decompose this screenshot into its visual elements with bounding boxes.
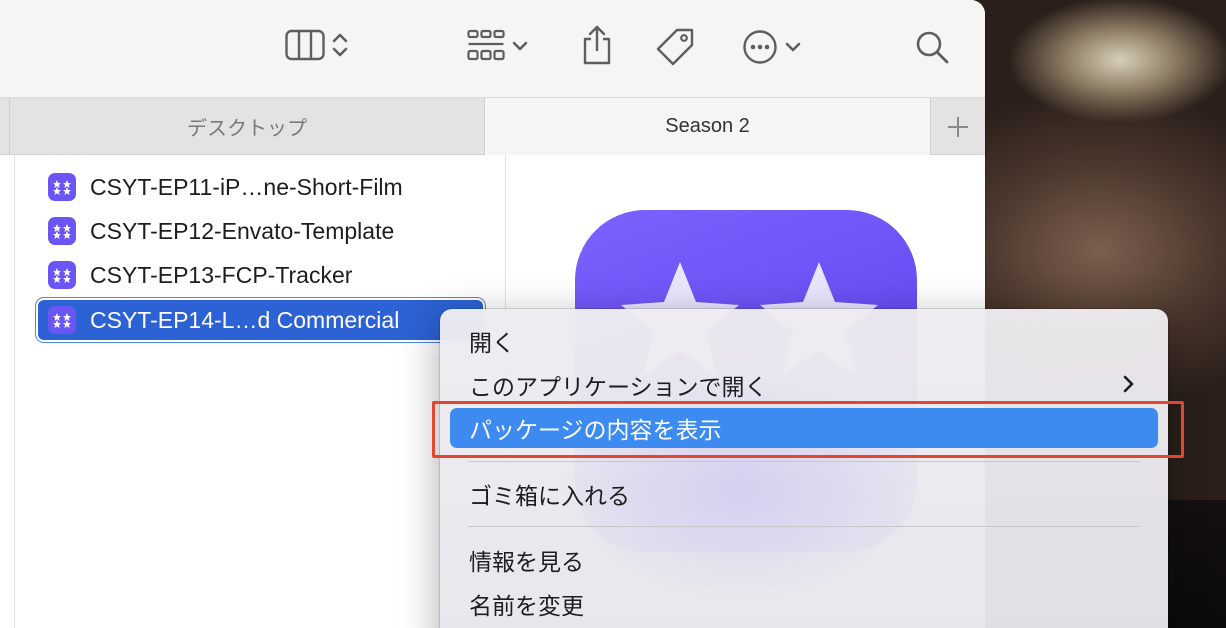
menu-item-label: ゴミ箱に入れる	[469, 483, 630, 509]
file-row[interactable]: CSYT-EP11-iP…ne-Short-Film	[38, 167, 483, 207]
annotation-highlight-box	[432, 401, 1184, 458]
context-menu: 開く このアプリケーションで開く パッケージの内容を表示 ゴミ箱に入れる 情報を…	[440, 309, 1168, 628]
column-view-icon	[285, 29, 325, 61]
menu-item-rename[interactable]: 名前を変更	[450, 584, 1158, 624]
file-row-selected[interactable]: CSYT-EP14-L…d Commercial	[38, 300, 483, 340]
menu-item-get-info[interactable]: 情報を見る	[450, 540, 1158, 580]
file-name: CSYT-EP12-Envato-Template	[90, 217, 395, 244]
tab-label: デスクトップ	[187, 118, 307, 140]
file-row[interactable]: CSYT-EP13-FCP-Tracker	[38, 255, 483, 295]
grid-icon	[467, 29, 505, 61]
group-button[interactable]	[467, 29, 529, 63]
menu-item-move-to-trash[interactable]: ゴミ箱に入れる	[450, 474, 1158, 514]
file-name: CSYT-EP14-L…d Commercial	[90, 306, 400, 333]
motion-template-icon	[48, 217, 76, 245]
chevron-down-icon	[785, 42, 801, 52]
chevron-down-icon	[512, 41, 528, 51]
toolbar	[0, 0, 985, 98]
menu-item-label: 開く	[469, 330, 515, 356]
share-button[interactable]	[580, 24, 614, 66]
menu-separator	[468, 461, 1140, 462]
search-icon	[916, 31, 949, 64]
share-icon	[583, 25, 611, 65]
search-button[interactable]	[914, 29, 950, 65]
tab-label: Season 2	[665, 115, 750, 137]
column-divider	[14, 155, 15, 628]
file-name: CSYT-EP11-iP…ne-Short-Film	[90, 173, 403, 200]
menu-item-label: このアプリケーションで開く	[469, 374, 768, 400]
chevron-right-icon	[1123, 375, 1134, 393]
tab-desktop[interactable]: デスクトップ	[9, 98, 484, 155]
new-tab-button[interactable]	[930, 98, 985, 155]
menu-item-open-with[interactable]: このアプリケーションで開く	[450, 365, 1158, 405]
menu-item-label: 名前を変更	[469, 593, 584, 619]
motion-template-icon	[48, 306, 76, 334]
file-row[interactable]: CSYT-EP12-Envato-Template	[38, 211, 483, 251]
tag-icon	[656, 28, 694, 66]
menu-item-open[interactable]: 開く	[450, 321, 1158, 361]
menu-item-label: 情報を見る	[469, 549, 584, 575]
menu-separator	[468, 526, 1140, 527]
tab-season-2[interactable]: Season 2	[484, 98, 930, 155]
plus-icon	[948, 116, 968, 137]
more-actions-button[interactable]	[742, 29, 802, 65]
file-name: CSYT-EP13-FCP-Tracker	[90, 261, 353, 288]
tab-bar: デスクトップ Season 2	[0, 98, 985, 155]
view-options-button[interactable]	[285, 29, 349, 61]
ellipsis-circle-icon	[743, 30, 777, 64]
tag-button[interactable]	[655, 26, 697, 66]
chevron-up-down-icon	[332, 33, 348, 57]
motion-template-icon	[48, 261, 76, 289]
motion-template-icon	[48, 173, 76, 201]
